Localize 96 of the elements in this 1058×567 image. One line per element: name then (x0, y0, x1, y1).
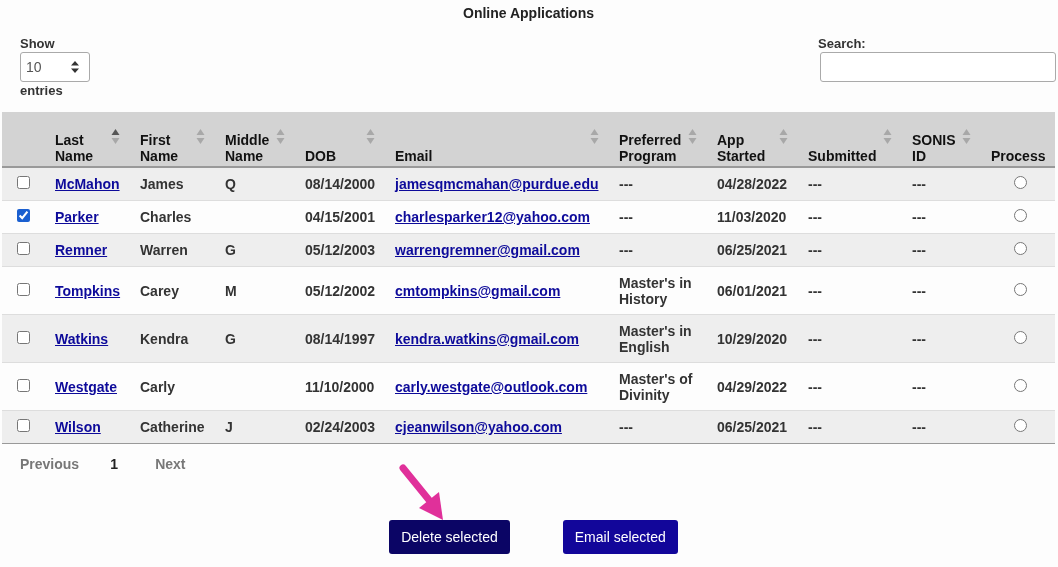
email-link[interactable]: warrengremner@gmail.com (395, 242, 580, 258)
up-down-caret-icon (71, 61, 79, 73)
search-label: Search: (818, 36, 866, 52)
row-checkbox[interactable] (17, 176, 30, 189)
table-cell: 04/29/2022 (717, 378, 788, 395)
table-cell: --- (808, 209, 822, 225)
entries-select[interactable]: 10 (20, 52, 90, 82)
email-link[interactable]: charlesparker12@yahoo.com (395, 209, 590, 225)
column-header[interactable]: SONIS ID (902, 112, 981, 167)
table-cell: 02/24/2003 (305, 419, 376, 435)
column-header[interactable]: Preferred Program (609, 112, 707, 167)
process-radio[interactable] (1013, 209, 1027, 222)
table-cell: 04/28/2022 (717, 176, 788, 192)
column-header[interactable]: DOB (295, 112, 385, 167)
email-button[interactable]: Email selected (562, 520, 678, 554)
table-cell: 11/10/2000 (305, 378, 375, 395)
table-cell: 04/15/2001 (305, 209, 376, 225)
table-cell: 06/25/2021 (717, 419, 788, 435)
table-cell: 08/14/1997 (305, 330, 376, 347)
table-cell: Kendra (140, 330, 189, 347)
table-cell: --- (619, 176, 633, 192)
table-cell: J (225, 419, 233, 435)
email-link[interactable]: cmtompkins@gmail.com (395, 282, 561, 299)
table-cell: Carey (140, 282, 179, 299)
table-cell-text: Master's in English (619, 322, 693, 355)
column-header[interactable]: Middle Name (215, 112, 295, 167)
table-cell: --- (808, 330, 822, 347)
column-header[interactable]: App Started (707, 112, 798, 167)
process-radio[interactable] (1013, 378, 1027, 392)
row-checkbox[interactable] (17, 209, 30, 222)
name-link[interactable]: Westgate (55, 378, 117, 395)
table-cell: --- (912, 282, 926, 299)
row-checkbox[interactable] (17, 282, 30, 296)
table-cell: --- (912, 330, 926, 347)
process-radio[interactable] (1013, 282, 1027, 296)
table-cell: M (225, 282, 237, 299)
table-cell: G (225, 242, 236, 258)
email-link[interactable]: jamesqmcmahan@purdue.edu (395, 176, 599, 192)
name-link[interactable]: Tompkins (55, 282, 121, 299)
column-header[interactable]: Email (385, 112, 609, 167)
table-cell: --- (619, 419, 633, 435)
column-header[interactable]: First Name (130, 112, 215, 167)
row-checkbox[interactable] (17, 378, 30, 392)
name-link[interactable]: McMahon (55, 176, 120, 192)
name-link[interactable]: Wilson (55, 419, 101, 435)
table-cell: --- (619, 242, 633, 258)
process-radio[interactable] (1013, 419, 1027, 432)
search-field[interactable] (820, 52, 1056, 82)
page-link[interactable]: 1 (108, 456, 140, 472)
process-radio[interactable] (1013, 330, 1027, 344)
table-cell: --- (619, 209, 633, 225)
row-checkbox[interactable] (17, 330, 30, 344)
table-cell: --- (808, 282, 822, 299)
table-cell: 06/25/2021 (717, 242, 788, 258)
show-label: Show (20, 36, 55, 52)
email-link[interactable]: kendra.watkins@gmail.com (395, 330, 580, 347)
table-cell: --- (912, 242, 926, 258)
table-cell-text: Master's in History (619, 274, 693, 307)
table-cell: Q (225, 176, 236, 192)
table-cell: 10/29/2020 (717, 330, 788, 347)
name-link[interactable]: Remner (55, 242, 108, 258)
table-cell: --- (912, 378, 926, 395)
table-cell: James (140, 176, 184, 192)
email-link[interactable]: carly.westgate@outlook.com (395, 378, 588, 395)
table-cell: --- (912, 419, 926, 435)
table-cell: Carly (140, 378, 176, 395)
table-cell-text: Master's of Divinity (619, 370, 694, 403)
table-cell: --- (912, 176, 926, 192)
page-title: Online Applications (462, 4, 595, 23)
row-checkbox[interactable] (17, 419, 30, 432)
table-cell: 08/14/2000 (305, 176, 376, 192)
table-cell: Charles (140, 209, 192, 225)
table-cell: Catherine (140, 419, 205, 435)
table-cell: --- (912, 209, 926, 225)
column-header[interactable]: Last Name (45, 112, 130, 167)
table-cell: 05/12/2002 (305, 282, 376, 299)
table-cell: G (225, 330, 236, 347)
column-header[interactable]: Process (981, 112, 1055, 167)
table-cell: --- (808, 176, 822, 192)
table-cell: --- (808, 242, 822, 258)
name-link[interactable]: Parker (55, 209, 99, 225)
row-checkbox[interactable] (17, 242, 30, 255)
name-link[interactable]: Watkins (55, 330, 109, 347)
process-radio[interactable] (1013, 242, 1027, 255)
column-header[interactable]: Submitted (798, 112, 902, 167)
table-cell: 05/12/2003 (305, 242, 376, 258)
email-link[interactable]: cjeanwilson@yahoo.com (395, 419, 562, 435)
table-cell: 11/03/2020 (717, 209, 787, 225)
process-radio[interactable] (1013, 176, 1027, 189)
sort-icon[interactable] (111, 128, 120, 145)
table-cell: --- (808, 378, 822, 395)
table-cell: 06/01/2021 (717, 282, 788, 299)
table-cell: --- (808, 419, 822, 435)
entries-label: entries (20, 83, 63, 99)
table-cell: Warren (140, 242, 188, 258)
delete-button[interactable]: Delete selected (389, 520, 510, 554)
